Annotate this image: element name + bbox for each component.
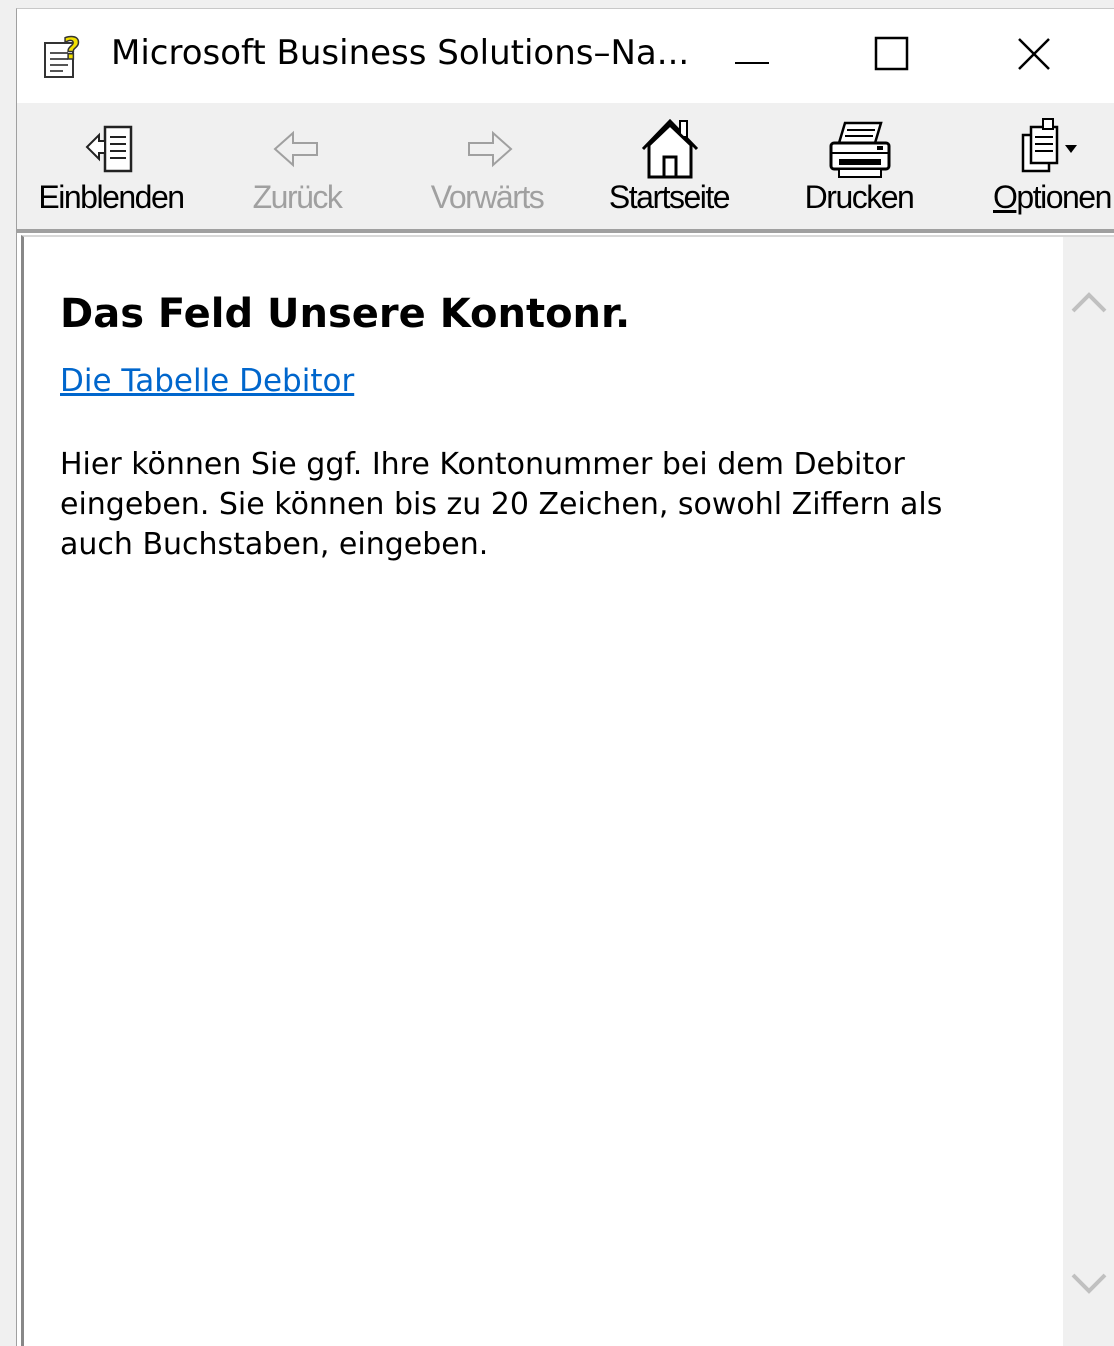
help-window: ? Microsoft Business Solutions–Na... Ein…: [16, 8, 1114, 1346]
toolbar-forward-label: Vorwärts: [430, 179, 545, 215]
toolbar-back-label: Zurück: [252, 179, 343, 215]
close-button[interactable]: [999, 23, 1069, 87]
topic-heading: Das Feld Unsere Kontonr.: [60, 291, 631, 337]
home-icon: [641, 118, 699, 179]
help-toolbar: Einblenden Zurück Vorwärts Startseite Dr…: [17, 103, 1114, 233]
toolbar-back-button[interactable]: Zurück: [215, 103, 379, 229]
toolbar-print-button[interactable]: Drucken: [779, 103, 939, 229]
show-pane-icon: [85, 125, 133, 173]
toolbar-forward-button[interactable]: Vorwärts: [399, 103, 575, 229]
toolbar-options-button[interactable]: Optionen: [969, 103, 1114, 229]
options-icon: [1021, 118, 1077, 173]
printer-icon: [829, 121, 891, 178]
forward-arrow-icon: [468, 130, 513, 168]
minimize-button[interactable]: [717, 23, 787, 87]
svg-text:?: ?: [63, 32, 80, 67]
maximize-icon: [874, 36, 909, 71]
maximize-button[interactable]: [857, 23, 927, 87]
scroll-down-icon[interactable]: [1067, 1263, 1111, 1303]
minimize-icon: [735, 62, 769, 64]
window-title: Microsoft Business Solutions–Na...: [111, 33, 690, 73]
toolbar-show-label: Einblenden: [38, 179, 185, 215]
vertical-scrollbar[interactable]: [1063, 237, 1114, 1346]
toolbar-home-label: Startseite: [608, 179, 731, 215]
toolbar-print-label: Drucken: [804, 179, 915, 215]
toolbar-show-button[interactable]: Einblenden: [23, 103, 199, 229]
toolbar-home-button[interactable]: Startseite: [587, 103, 751, 229]
back-arrow-icon: [273, 130, 318, 168]
help-topic: Das Feld Unsere Kontonr. Die Tabelle Deb…: [60, 291, 1010, 565]
topic-link-debitor-table[interactable]: Die Tabelle Debitor: [60, 363, 354, 399]
help-content-pane[interactable]: Das Feld Unsere Kontonr. Die Tabelle Deb…: [21, 235, 1114, 1346]
help-app-icon[interactable]: ?: [41, 31, 91, 81]
close-icon: [1018, 38, 1050, 70]
toolbar-options-label: Optionen: [993, 179, 1112, 215]
topic-body-text: Hier können Sie ggf. Ihre Kontonummer be…: [60, 447, 943, 562]
title-bar[interactable]: ? Microsoft Business Solutions–Na...: [17, 9, 1114, 103]
scroll-up-icon[interactable]: [1067, 283, 1111, 323]
